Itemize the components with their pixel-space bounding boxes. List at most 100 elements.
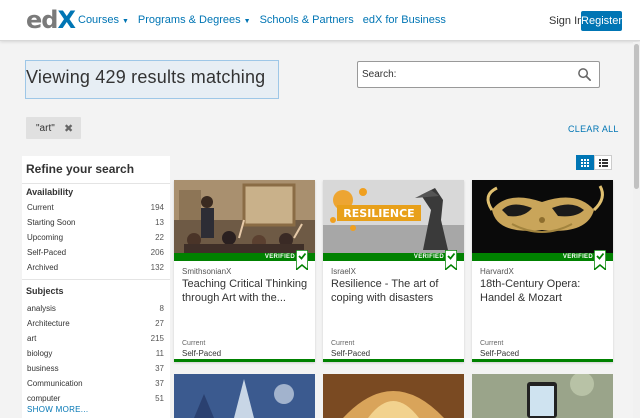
divider: [22, 183, 170, 184]
facet-label: Communication: [27, 379, 83, 388]
verified-badge-icon: [594, 250, 606, 270]
facet-count: 37: [155, 364, 164, 373]
list-icon: [599, 159, 608, 167]
verified-banner: VERIFIED: [174, 253, 315, 261]
show-more-subjects-link[interactable]: SHOW MORE...: [27, 405, 88, 414]
chevron-down-icon: ▼: [243, 18, 251, 25]
nav-programs-degrees[interactable]: Programs & Degrees ▼: [138, 14, 251, 26]
facet-count: 51: [155, 394, 164, 403]
close-icon[interactable]: ✖: [64, 122, 73, 135]
course-image: RESILIENCE: [323, 180, 464, 255]
course-image: [472, 180, 613, 255]
facet-count: 8: [159, 304, 164, 313]
course-pace: Self-Paced: [480, 349, 520, 358]
course-card[interactable]: VERIFIED HarvardX 18th-Century Opera: Ha…: [472, 180, 613, 362]
nav-business-label: edX for Business: [362, 14, 446, 26]
clear-all-link[interactable]: CLEAR ALL: [568, 124, 619, 134]
facet-subject-business[interactable]: business 37: [22, 362, 170, 376]
nav-programs-label: Programs & Degrees: [137, 14, 241, 26]
facet-label: art: [27, 334, 37, 343]
course-image: [472, 374, 613, 418]
course-title[interactable]: Resilience - The art of coping with disa…: [331, 277, 459, 305]
verified-label: VERIFIED: [413, 254, 444, 260]
course-image: [174, 374, 315, 418]
divider: [22, 279, 170, 280]
sign-in-link[interactable]: Sign In: [549, 15, 583, 27]
nav-courses[interactable]: Courses ▼: [78, 14, 129, 26]
course-org: SmithsonianX: [182, 267, 232, 276]
course-pace: Self-Paced: [182, 349, 222, 358]
edx-logo[interactable]: edX: [26, 6, 76, 34]
facet-label: Starting Soon: [27, 218, 76, 227]
availability-title: Availability: [26, 187, 74, 197]
verified-badge-icon: [445, 250, 457, 270]
facet-subject-communication[interactable]: Communication 37: [22, 377, 170, 391]
results-heading-box: Viewing 429 results matching: [25, 60, 279, 99]
refine-title: Refine your search: [26, 162, 135, 176]
facet-availability-current[interactable]: Current 194: [22, 201, 170, 215]
facet-count: 206: [150, 248, 164, 257]
course-status: Current: [480, 340, 504, 347]
facet-count: 13: [155, 218, 164, 227]
facet-availability-archived[interactable]: Archived 132: [22, 261, 170, 275]
grid-icon: [581, 159, 589, 167]
list-view-button[interactable]: [594, 155, 612, 170]
course-image-opera-mask: [472, 180, 613, 255]
nav-courses-label: Courses: [78, 14, 119, 26]
course-card-partial[interactable]: [472, 374, 613, 418]
course-image: [323, 374, 464, 418]
course-org: HarvardX: [480, 267, 514, 276]
active-filter-chip[interactable]: "art" ✖: [26, 117, 81, 139]
refine-sidebar: Refine your search Availability Current 1…: [22, 156, 170, 418]
facet-label: Archived: [27, 263, 59, 272]
nav-edx-for-business[interactable]: edX for Business: [363, 14, 446, 26]
verified-banner: VERIFIED: [472, 253, 613, 261]
verified-badge-icon: [296, 250, 308, 270]
course-org: IsraelX: [331, 267, 356, 276]
course-card[interactable]: RESILIENCE VERIFIED IsraelX Resilience -…: [323, 180, 464, 362]
nav-schools-label: Schools & Partners: [259, 14, 354, 26]
search-placeholder: Search:: [362, 69, 397, 80]
course-pace: Self-Paced: [331, 349, 371, 358]
verified-label: VERIFIED: [264, 254, 295, 260]
search-icon[interactable]: [577, 67, 592, 82]
course-title[interactable]: 18th-Century Opera: Handel & Mozart: [480, 277, 608, 305]
facet-subject-biology[interactable]: biology 11: [22, 347, 170, 361]
main-nav: Courses ▼ Programs & Degrees ▼ Schools & P…: [78, 14, 455, 26]
grid-view-button[interactable]: [576, 155, 594, 170]
facet-label: Self-Paced: [27, 248, 67, 257]
course-image: [174, 180, 315, 255]
course-title[interactable]: Teaching Critical Thinking through Art w…: [182, 277, 310, 305]
facet-subject-analysis[interactable]: analysis 8: [22, 302, 170, 316]
register-button[interactable]: Register: [581, 11, 622, 31]
facet-availability-starting-soon[interactable]: Starting Soon 13: [22, 216, 170, 230]
facet-label: Upcoming: [27, 233, 64, 242]
facet-availability-self-paced[interactable]: Self-Paced 206: [22, 246, 170, 260]
scrollbar-thumb[interactable]: [634, 44, 639, 189]
facet-label: biology: [27, 349, 53, 358]
course-card-partial[interactable]: [174, 374, 315, 418]
course-image-resilience: RESILIENCE: [323, 180, 464, 255]
facet-subject-architecture[interactable]: Architecture 27: [22, 317, 170, 331]
facet-label: business: [27, 364, 59, 373]
facet-availability-upcoming[interactable]: Upcoming 22: [22, 231, 170, 245]
results-title: Viewing 429 results matching: [26, 67, 266, 87]
site-header: edX Courses ▼ Programs & Degrees ▼ Schools…: [0, 0, 640, 41]
course-card-partial[interactable]: [323, 374, 464, 418]
resilience-image-text: RESILIENCE: [343, 207, 414, 220]
verified-banner: VERIFIED: [323, 253, 464, 261]
course-card[interactable]: VERIFIED SmithsonianX Teaching Critical …: [174, 180, 315, 362]
search-input[interactable]: Search:: [357, 61, 600, 88]
facet-label: Architecture: [27, 319, 70, 328]
facet-count: 22: [155, 233, 164, 242]
facet-subject-computer[interactable]: computer 51: [22, 392, 170, 406]
nav-schools-partners[interactable]: Schools & Partners: [260, 14, 354, 26]
facet-count: 194: [150, 203, 164, 212]
subjects-title: Subjects: [26, 286, 64, 296]
course-status: Current: [182, 340, 206, 347]
page-scrollbar[interactable]: [633, 42, 640, 418]
facet-count: 215: [150, 334, 164, 343]
facet-label: computer: [27, 394, 61, 403]
facet-subject-art[interactable]: art 215: [22, 332, 170, 346]
facet-label: Current: [27, 203, 54, 212]
